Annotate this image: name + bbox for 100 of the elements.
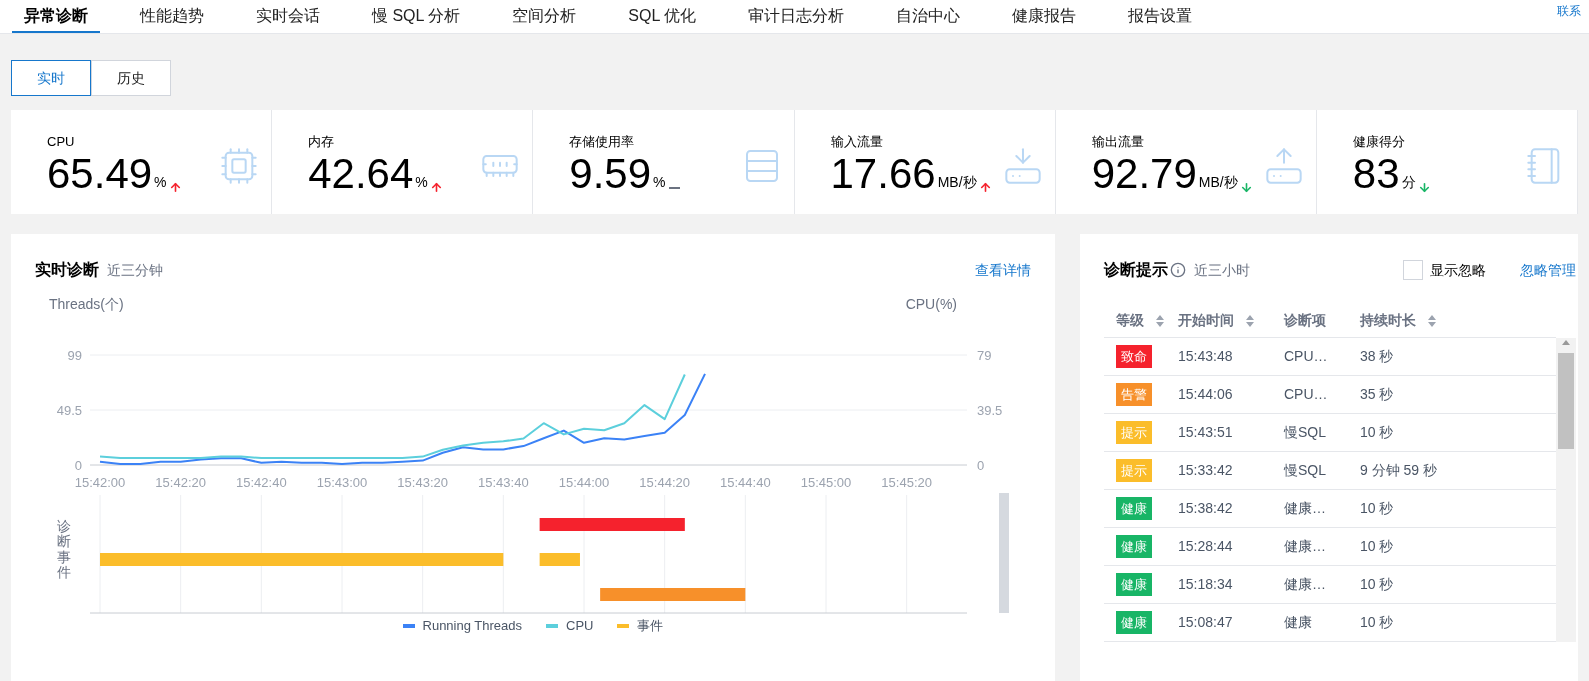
chip-icon — [219, 146, 260, 186]
y-tick-label: 39.5 — [977, 403, 1003, 418]
metric-value: 83 — [1352, 149, 1400, 198]
column-header[interactable]: 持续时长 — [1360, 310, 1480, 331]
metric-value: 42.64 — [308, 149, 414, 198]
tray-download-icon — [1002, 146, 1043, 186]
level-badge: 提示 — [1116, 458, 1152, 483]
mode-toggle[interactable]: 实时 — [11, 60, 91, 96]
metric-unit: 分 — [1401, 172, 1416, 192]
scrollbar[interactable] — [1556, 338, 1576, 642]
column-header[interactable]: 开始时间 — [1178, 310, 1284, 331]
table-cell-text: CPU… — [1284, 347, 1329, 366]
sort-icon[interactable] — [1246, 314, 1254, 327]
metric-label: 健康得分 — [1352, 133, 1406, 151]
nav-tab[interactable]: 性能趋势 — [128, 0, 216, 33]
table-cell-text: 慢SQL — [1284, 461, 1327, 480]
details-link[interactable]: 查看详情 — [975, 259, 1031, 281]
nav-tab[interactable]: 实时会话 — [244, 0, 332, 33]
metric-label: 内存 — [308, 133, 336, 151]
info-icon[interactable] — [1170, 262, 1186, 278]
table-cell-text: 10 秒 — [1360, 423, 1395, 442]
column-header: 诊断项 — [1284, 311, 1327, 330]
x-tick-label: 15:44:20 — [639, 475, 690, 490]
level-badge: 健康 — [1116, 572, 1152, 597]
scroll-handle[interactable] — [999, 493, 1009, 613]
sort-icon[interactable] — [1428, 314, 1436, 327]
metric-label: 输入流量 — [830, 133, 884, 151]
nav-tab[interactable]: 审计日志分析 — [736, 0, 857, 33]
metric-label: 存储使用率 — [569, 133, 636, 151]
legend-label[interactable]: Running Threads — [422, 616, 522, 636]
legend-label[interactable]: 事件 — [637, 616, 664, 636]
legend-label[interactable]: CPU — [566, 616, 594, 636]
table-cell-text: 15:43:51 — [1178, 423, 1234, 442]
tray-upload-icon — [1263, 146, 1304, 186]
metric-unit: % — [653, 172, 666, 192]
level-badge: 健康 — [1116, 496, 1152, 521]
x-tick-label: 15:44:00 — [558, 475, 610, 490]
table-cell-text: 15:08:47 — [1178, 613, 1234, 632]
y-axis-title: Threads(个) — [49, 295, 124, 314]
table-cell-text: 9 分钟 59 秒 — [1360, 461, 1439, 480]
table-cell-text: 35 秒 — [1360, 385, 1395, 404]
nav-tab[interactable]: 报告设置 — [1116, 0, 1205, 33]
panel-title: 实时诊断 — [35, 260, 99, 280]
y-tick-label: 49.5 — [56, 403, 82, 418]
panel-subtitle: 近三分钟 — [107, 261, 163, 280]
x-tick-label: 15:43:20 — [397, 475, 448, 490]
level-badge: 提示 — [1116, 420, 1152, 445]
metric-value: 17.66 — [830, 149, 936, 198]
y-axis-title: CPU(%) — [905, 295, 957, 314]
metric-label: CPU — [47, 133, 76, 151]
metric-value: 92.79 — [1091, 149, 1197, 198]
level-badge: 致命 — [1116, 344, 1152, 369]
table-cell-text: 15:28:44 — [1178, 537, 1234, 556]
contact-link[interactable]: 联系 — [1557, 0, 1581, 33]
table-cell-text: 15:33:42 — [1178, 461, 1234, 480]
metric-unit: MB/秒 — [937, 172, 977, 192]
x-tick-label: 15:42:40 — [236, 475, 287, 490]
x-tick-label: 15:42:00 — [74, 475, 126, 490]
x-tick-label: 15:43:40 — [478, 475, 529, 490]
nav-tab[interactable]: SQL 优化 — [616, 0, 709, 33]
table-cell-text: 健康 — [1284, 613, 1313, 632]
axis-title: 诊断事件 — [57, 519, 71, 581]
y-tick-label: 0 — [977, 458, 985, 473]
table-cell-text: 10 秒 — [1360, 575, 1395, 594]
mode-toggle[interactable]: 历史 — [91, 60, 171, 96]
metric-unit: % — [154, 172, 167, 192]
nav-tab[interactable]: 自治中心 — [884, 0, 973, 33]
panel-subtitle: 近三小时 — [1194, 260, 1250, 280]
y-tick-label: 0 — [74, 458, 82, 473]
column-header[interactable]: 等级 — [1104, 310, 1178, 331]
level-badge: 健康 — [1116, 534, 1152, 559]
level-badge: 健康 — [1116, 610, 1152, 635]
x-tick-label: 15:42:20 — [155, 475, 206, 490]
sort-icon[interactable] — [1156, 314, 1164, 327]
level-badge: 告警 — [1116, 382, 1152, 407]
nav-tab[interactable]: 空间分析 — [500, 0, 589, 33]
x-tick-label: 15:45:00 — [800, 475, 852, 490]
nav-tab[interactable]: 健康报告 — [1000, 0, 1089, 33]
y-tick-label: 99 — [67, 348, 82, 363]
table-cell-text: 10 秒 — [1360, 537, 1395, 556]
checkbox[interactable] — [1403, 260, 1423, 280]
table-cell-text: 10 秒 — [1360, 613, 1395, 632]
table-cell-text: CPU… — [1284, 385, 1329, 404]
x-tick-label: 15:44:40 — [720, 475, 771, 490]
x-tick-label: 15:43:00 — [316, 475, 368, 490]
table-cell-text: 38 秒 — [1360, 347, 1395, 366]
table-cell-text: 15:43:48 — [1178, 347, 1234, 366]
nav-tab[interactable]: 异常诊断 — [12, 0, 100, 33]
table-cell-text: 健康… — [1284, 575, 1327, 594]
metric-unit: MB/秒 — [1198, 172, 1238, 192]
metric-unit: % — [415, 172, 428, 192]
panel-title: 诊断提示 — [1104, 260, 1168, 280]
x-tick-label: 15:45:20 — [881, 475, 932, 490]
table-cell-text: 15:18:34 — [1178, 575, 1234, 594]
metric-label: 输出流量 — [1091, 133, 1145, 151]
manage-link[interactable]: 忽略管理 — [1520, 259, 1576, 281]
nav-tab[interactable]: 慢 SQL 分析 — [360, 0, 473, 33]
metric-value: 9.59 — [569, 149, 652, 198]
scroll-up-arrow-icon[interactable] — [1562, 340, 1570, 345]
checkbox-label: 显示忽略 — [1430, 260, 1486, 280]
